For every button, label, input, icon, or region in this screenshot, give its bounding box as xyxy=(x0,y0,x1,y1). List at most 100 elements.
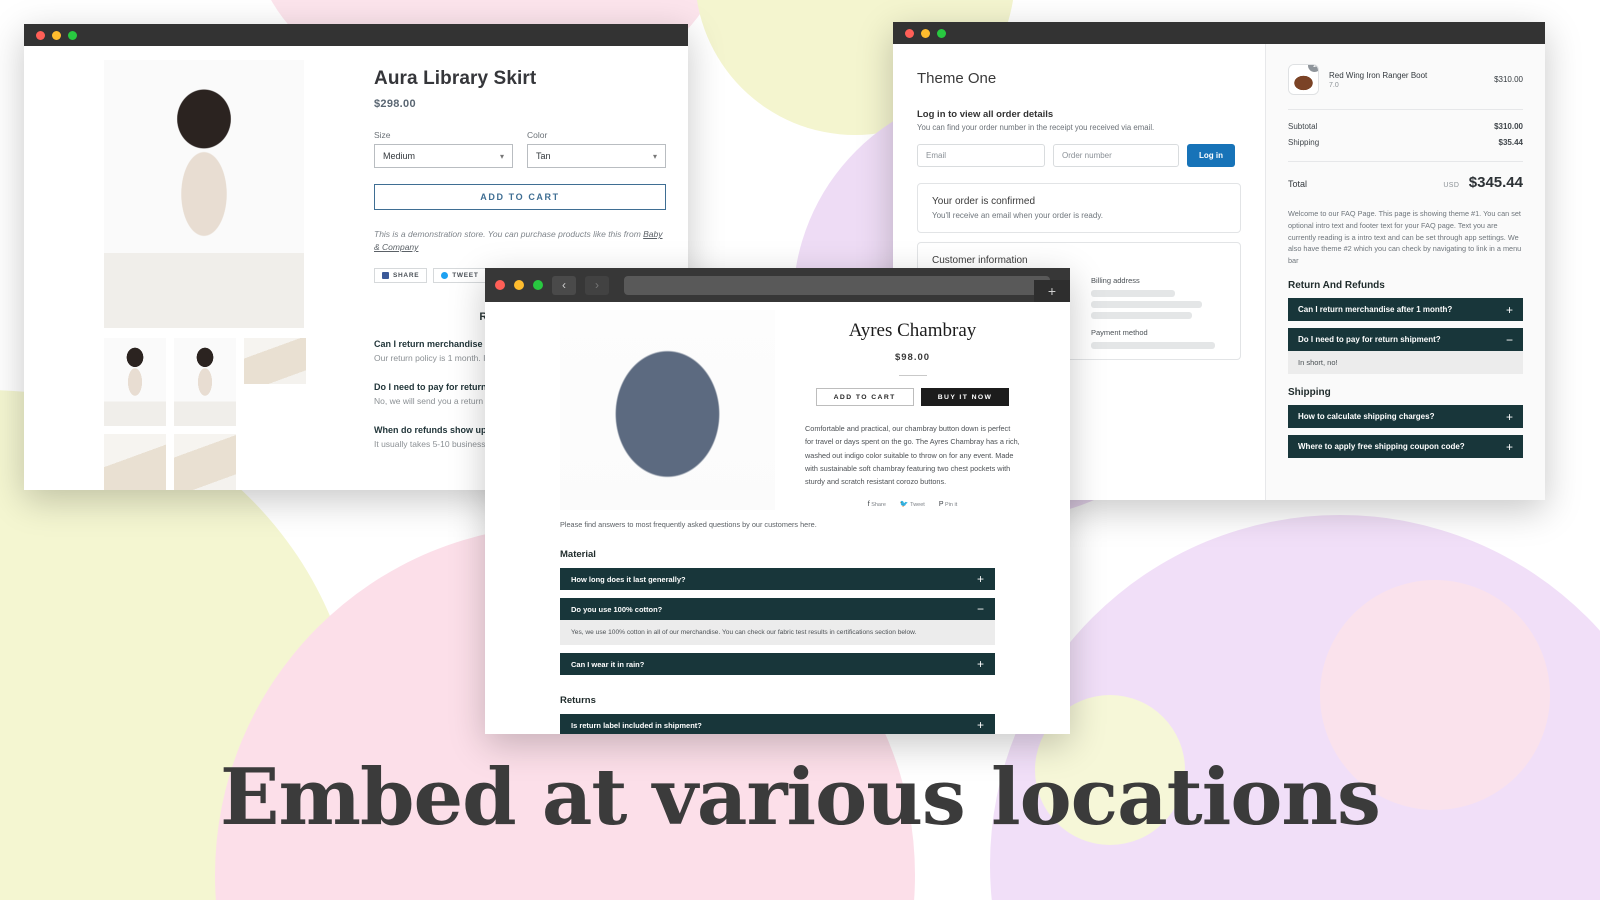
plus-icon: + xyxy=(976,657,984,671)
faq-question-label: Do I need to pay for return shipment? xyxy=(1298,335,1441,345)
minus-icon: − xyxy=(1505,332,1513,347)
product-thumbnail[interactable] xyxy=(244,338,306,384)
faq-group-title-returns: Return And Refunds xyxy=(1288,280,1385,292)
plus-icon: + xyxy=(1505,302,1513,317)
facebook-icon xyxy=(382,272,389,280)
faq-accordion-header[interactable]: Is return label included in shipment? + xyxy=(560,714,995,734)
maximize-button[interactable] xyxy=(68,30,77,40)
plus-icon: + xyxy=(976,718,984,732)
payment-method-label: Payment method xyxy=(1091,328,1148,337)
ayres-product-info: Ayres Chambray $98.00 ADD TO CART BUY IT… xyxy=(775,310,1050,510)
log-in-button[interactable]: Log in xyxy=(1187,144,1235,167)
minus-icon: − xyxy=(976,602,984,616)
order-confirmed-card: Your order is confirmed You'll receive a… xyxy=(917,183,1241,233)
color-value: Tan xyxy=(536,151,551,161)
faq-accordion-header[interactable]: Where to apply free shipping coupon code… xyxy=(1288,435,1523,459)
ayres-buttons: ADD TO CART BUY IT NOW xyxy=(805,388,1020,406)
close-button[interactable] xyxy=(36,30,45,40)
faq-accordion-header[interactable]: Can I return merchandise after 1 month? … xyxy=(1288,298,1523,322)
size-value: Medium xyxy=(383,151,416,161)
maximize-button[interactable] xyxy=(533,280,543,290)
faq-question-label: Where to apply free shipping coupon code… xyxy=(1298,442,1465,452)
address-bar[interactable]: ↻ xyxy=(624,275,1050,295)
product-thumbnail[interactable] xyxy=(174,434,236,490)
pinterest-icon: P xyxy=(938,500,944,508)
window-titlebar xyxy=(24,24,688,46)
divider xyxy=(1288,161,1523,162)
product-thumbnail[interactable] xyxy=(104,434,166,490)
faq-accordion-header[interactable]: How long does it last generally? + xyxy=(560,568,995,590)
twitter-icon xyxy=(441,272,449,280)
order-lookup-form: Email Order number Log in xyxy=(917,144,1241,167)
plus-icon: + xyxy=(1505,439,1513,454)
order-summary-sidebar: 1 Red Wing Iron Ranger Boot 7.0 $310.00 … xyxy=(1265,44,1545,500)
shop-title: Theme One xyxy=(917,70,997,87)
product-hero-image xyxy=(104,60,304,328)
new-tab-button[interactable]: + xyxy=(1034,280,1070,302)
size-select[interactable]: Medium ▾ xyxy=(374,144,513,168)
forward-button[interactable]: › xyxy=(585,275,609,295)
add-to-cart-button[interactable]: ADD TO CART xyxy=(374,184,666,210)
faq-group-title-material: Material xyxy=(560,549,596,560)
demo-note-text: This is a demonstration store. You can p… xyxy=(374,229,644,239)
order-number-field[interactable]: Order number xyxy=(1053,144,1179,167)
faq-question-label: Do you use 100% cotton? xyxy=(571,604,663,614)
headline-text: Embed at various locations xyxy=(220,752,1381,843)
minimize-button[interactable] xyxy=(52,30,61,40)
faq-accordion-header[interactable]: Do I need to pay for return shipment? − xyxy=(1288,328,1523,352)
faq-accordion-answer: In short, no! xyxy=(1288,351,1523,375)
faq-intro-text: Welcome to our FAQ Page. This page is sh… xyxy=(1288,209,1522,266)
shipping-label: Shipping xyxy=(1288,138,1320,147)
demo-store-note: This is a demonstration store. You can p… xyxy=(374,228,666,254)
pinterest-share-button[interactable]: P Pin it xyxy=(939,501,957,508)
order-status-title: Your order is confirmed xyxy=(932,196,1036,207)
twitter-share-button[interactable]: 🐦 Tweet xyxy=(900,500,925,508)
facebook-share-label: SHARE xyxy=(393,272,420,280)
line-item-thumbnail: 1 xyxy=(1288,64,1319,95)
line-item-name: Red Wing Iron Ranger Boot xyxy=(1329,70,1428,80)
page-title: Ayres Chambray xyxy=(848,320,977,341)
product-price: $98.00 xyxy=(894,352,931,363)
faq-accordion-header[interactable]: Can I wear it in rain? + xyxy=(560,653,995,675)
divider xyxy=(1288,109,1523,110)
total-amount: $345.44 xyxy=(1468,174,1523,191)
total-amount-group: USD $345.44 xyxy=(1443,174,1523,192)
product-thumbnail[interactable] xyxy=(174,338,236,426)
product-options: Size Medium ▾ Color Tan ▾ xyxy=(374,130,666,168)
ayres-faq-section: Please find answers to most frequently a… xyxy=(485,510,1070,734)
ayres-product-top: Ayres Chambray $98.00 ADD TO CART BUY IT… xyxy=(485,302,1070,510)
close-button[interactable] xyxy=(495,280,505,290)
faq-intro-text: Please find answers to most frequently a… xyxy=(560,520,817,529)
faq-question-label: Can I return merchandise after 1 month? xyxy=(1298,305,1453,315)
faq-group-title-returns: Returns xyxy=(560,695,596,706)
product-thumbnail-strip xyxy=(104,338,374,490)
faq-accordion-header[interactable]: How to calculate shipping charges? + xyxy=(1288,405,1523,429)
facebook-share-button[interactable]: SHARE xyxy=(374,268,428,284)
product-thumbnail[interactable] xyxy=(104,338,166,426)
line-item-variant: 7.0 xyxy=(1329,81,1339,89)
minimize-button[interactable] xyxy=(921,28,930,38)
twitter-share-label: Tweet xyxy=(910,502,925,509)
back-button[interactable]: ‹ xyxy=(552,275,576,295)
faq-accordion-header[interactable]: Do you use 100% cotton? − xyxy=(560,598,995,620)
placeholder-bar xyxy=(1091,312,1193,319)
email-field[interactable]: Email xyxy=(917,144,1045,167)
product-description: Comfortable and practical, our chambray … xyxy=(805,424,1020,487)
plus-icon: + xyxy=(976,572,984,586)
faq-question-label: How to calculate shipping charges? xyxy=(1298,412,1435,422)
product-price: $298.00 xyxy=(374,98,416,110)
buy-it-now-button[interactable]: BUY IT NOW xyxy=(920,388,1010,406)
chevron-down-icon: ▾ xyxy=(499,151,504,161)
facebook-share-button[interactable]: f Share xyxy=(868,501,886,508)
twitter-share-label: TWEET xyxy=(452,272,479,280)
total-currency: USD xyxy=(1443,182,1460,189)
subtotal-value: $310.00 xyxy=(1494,122,1523,131)
facebook-share-label: Share xyxy=(871,501,886,508)
placeholder-bar xyxy=(1091,290,1175,297)
maximize-button[interactable] xyxy=(937,28,946,38)
add-to-cart-button[interactable]: ADD TO CART xyxy=(815,388,914,406)
minimize-button[interactable] xyxy=(514,280,524,290)
color-select[interactable]: Tan ▾ xyxy=(527,144,666,168)
twitter-share-button[interactable]: TWEET xyxy=(433,268,487,284)
close-button[interactable] xyxy=(905,28,914,38)
